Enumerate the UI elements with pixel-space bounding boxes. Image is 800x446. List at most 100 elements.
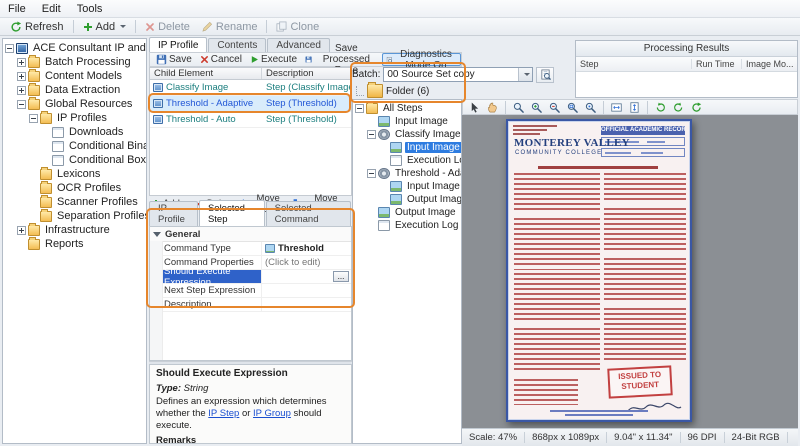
image-viewer-canvas[interactable]: OFFICIAL ACADEMIC RECORD MONTEREY VALLEY… bbox=[462, 115, 798, 428]
cancel-button[interactable]: Cancel bbox=[196, 53, 246, 66]
collapse-expander-icon[interactable] bbox=[17, 100, 26, 109]
tree-item-ocr-profiles[interactable]: OCR Profiles bbox=[3, 181, 146, 195]
collapse-expander-icon[interactable] bbox=[355, 104, 364, 113]
steps-tree-item-classify-input-image[interactable]: Input Image bbox=[353, 141, 461, 154]
collapse-expander-icon[interactable] bbox=[367, 169, 376, 178]
tree-item-batch-processing[interactable]: Batch Processing bbox=[3, 55, 146, 69]
collapse-expander-icon[interactable] bbox=[367, 130, 376, 139]
save-button[interactable]: Save bbox=[152, 53, 196, 66]
refresh-image-button[interactable] bbox=[688, 101, 705, 114]
tab-selected-command[interactable]: Selected Command bbox=[266, 201, 351, 226]
steps-tree-item-threshold-input-image[interactable]: Input Image bbox=[353, 180, 461, 193]
rotate-right-button[interactable] bbox=[670, 101, 687, 114]
zoom-actual-size-button[interactable] bbox=[582, 101, 599, 114]
rename-button[interactable]: Rename bbox=[196, 19, 264, 35]
tree-item-content-models[interactable]: Content Models bbox=[3, 69, 146, 83]
property-row-command-type[interactable]: Command Type Threshold bbox=[150, 242, 351, 256]
execute-button[interactable]: Execute bbox=[246, 53, 301, 66]
step-icon bbox=[153, 99, 163, 108]
tab-ip-profile[interactable]: IP Profile bbox=[149, 37, 207, 52]
tree-item-reports[interactable]: Reports bbox=[3, 237, 146, 251]
add-dropdown-caret-icon[interactable] bbox=[120, 25, 126, 28]
step-row-classify-image[interactable]: Classify Image Step (Classify Image) bbox=[150, 80, 351, 96]
detail-tab-strip: IP Profile Selected Step Selected Comman… bbox=[149, 212, 352, 226]
steps-tree-item-output-image[interactable]: Output Image bbox=[353, 206, 461, 219]
property-row-next-step-expression[interactable]: Next Step Expression bbox=[150, 284, 351, 298]
tree-item-global-resources[interactable]: Global Resources bbox=[3, 97, 146, 111]
zoom-out-button[interactable] bbox=[546, 101, 563, 114]
clone-button[interactable]: Clone bbox=[270, 19, 325, 35]
expand-expander-icon[interactable] bbox=[17, 226, 26, 235]
tree-item-separation-profiles[interactable]: Separation Profiles bbox=[3, 209, 146, 223]
tree-item-conditional-binarize[interactable]: Conditional Binarize bbox=[3, 139, 146, 153]
property-value[interactable]: (Click to edit) bbox=[265, 257, 320, 268]
tree-item-ace-consultant[interactable]: ACE Consultant IP and OCR bbox=[3, 41, 146, 55]
zoom-tool-button[interactable] bbox=[510, 101, 527, 114]
zoom-region-button[interactable] bbox=[564, 101, 581, 114]
property-name: Description bbox=[164, 299, 212, 310]
batch-combobox[interactable]: 00 Source Set copy bbox=[383, 67, 533, 82]
column-image-mode[interactable]: Image Mo... bbox=[742, 59, 797, 69]
delete-button[interactable]: Delete bbox=[139, 19, 196, 35]
pan-tool-button[interactable] bbox=[484, 101, 501, 114]
tree-item-scanner-profiles[interactable]: Scanner Profiles bbox=[3, 195, 146, 209]
tree-item-label: Infrastructure bbox=[43, 224, 112, 236]
tree-item-data-extraction[interactable]: Data Extraction bbox=[3, 83, 146, 97]
steps-tree-label: Execution Log bbox=[405, 155, 462, 166]
tree-item-label: Batch Processing bbox=[43, 56, 133, 68]
steps-tree-item-threshold-adaptive[interactable]: Threshold - Adaptive bbox=[353, 167, 461, 180]
menu-edit[interactable]: Edit bbox=[34, 2, 69, 16]
steps-tree-item-threshold-output-image[interactable]: Output Image bbox=[353, 193, 461, 206]
expand-expander-icon[interactable] bbox=[17, 86, 26, 95]
view-batch-document-button[interactable] bbox=[536, 67, 554, 83]
current-folder-row[interactable]: Folder (6) bbox=[354, 83, 462, 99]
diagnostics-mode-toggle[interactable]: Diagnostics Mode On bbox=[382, 53, 461, 66]
rotate-left-button[interactable] bbox=[652, 101, 669, 114]
step-row-threshold-auto[interactable]: Threshold - Auto Step (Threshold) bbox=[150, 112, 351, 128]
refresh-icon bbox=[691, 102, 702, 113]
refresh-button[interactable]: Refresh bbox=[4, 19, 70, 35]
menu-tools[interactable]: Tools bbox=[69, 2, 111, 16]
tree-item-downloads[interactable]: Downloads bbox=[3, 125, 146, 139]
menu-file[interactable]: File bbox=[0, 2, 34, 16]
property-row-description[interactable]: Description bbox=[150, 298, 351, 312]
ip-step-link[interactable]: IP Step bbox=[208, 408, 239, 419]
collapse-expander-icon[interactable] bbox=[29, 114, 38, 123]
expression-browse-button[interactable]: ... bbox=[333, 271, 349, 282]
zoom-in-button[interactable] bbox=[528, 101, 545, 114]
column-step[interactable]: Step bbox=[576, 59, 692, 69]
ip-group-link[interactable]: IP Group bbox=[253, 408, 291, 419]
tree-item-lexicons[interactable]: Lexicons bbox=[3, 167, 146, 181]
fit-page-button[interactable] bbox=[626, 101, 643, 114]
select-tool-button[interactable] bbox=[466, 101, 483, 114]
save-processed-page-button[interactable]: Save Processed Page bbox=[301, 53, 382, 66]
tab-detail-ip-profile[interactable]: IP Profile bbox=[149, 201, 198, 226]
tree-item-conditional-box-removal[interactable]: Conditional Box Removal bbox=[3, 153, 146, 167]
batch-combobox-dropdown-button[interactable] bbox=[518, 68, 532, 81]
property-category-general[interactable]: General bbox=[150, 227, 351, 242]
collapse-triangle-icon[interactable] bbox=[153, 232, 161, 237]
steps-tree-item-classify-image[interactable]: Classify Image bbox=[353, 128, 461, 141]
tree-item-label: Content Models bbox=[43, 70, 124, 82]
property-row-should-execute-expression[interactable]: Should Execute Expression ... bbox=[150, 270, 351, 284]
steps-tree-item-execution-log[interactable]: Execution Log bbox=[353, 219, 461, 232]
step-row-threshold-adaptive[interactable]: Threshold - Adaptive Step (Threshold) bbox=[150, 96, 351, 112]
step-description: Step (Threshold) bbox=[262, 114, 351, 125]
fit-width-button[interactable] bbox=[608, 101, 625, 114]
steps-tree-item-all-steps[interactable]: All Steps bbox=[353, 102, 461, 115]
steps-tree-item-input-image[interactable]: Input Image bbox=[353, 115, 461, 128]
column-run-time[interactable]: Run Time bbox=[692, 59, 742, 69]
tree-item-ip-profiles[interactable]: IP Profiles bbox=[3, 111, 146, 125]
column-description[interactable]: Description bbox=[262, 68, 351, 79]
collapse-expander-icon[interactable] bbox=[5, 44, 14, 53]
zoom-in-icon bbox=[531, 102, 542, 113]
expand-expander-icon[interactable] bbox=[17, 72, 26, 81]
tree-item-infrastructure[interactable]: Infrastructure bbox=[3, 223, 146, 237]
steps-tree-item-classify-execution-log[interactable]: Execution Log bbox=[353, 154, 461, 167]
tab-selected-step[interactable]: Selected Step bbox=[199, 200, 265, 226]
processing-results-panel: Processing Results Step Run Time Image M… bbox=[575, 40, 798, 98]
column-child-element[interactable]: Child Element bbox=[150, 68, 262, 79]
tab-contents[interactable]: Contents bbox=[208, 38, 266, 52]
add-button[interactable]: Add bbox=[77, 19, 133, 35]
expand-expander-icon[interactable] bbox=[17, 58, 26, 67]
